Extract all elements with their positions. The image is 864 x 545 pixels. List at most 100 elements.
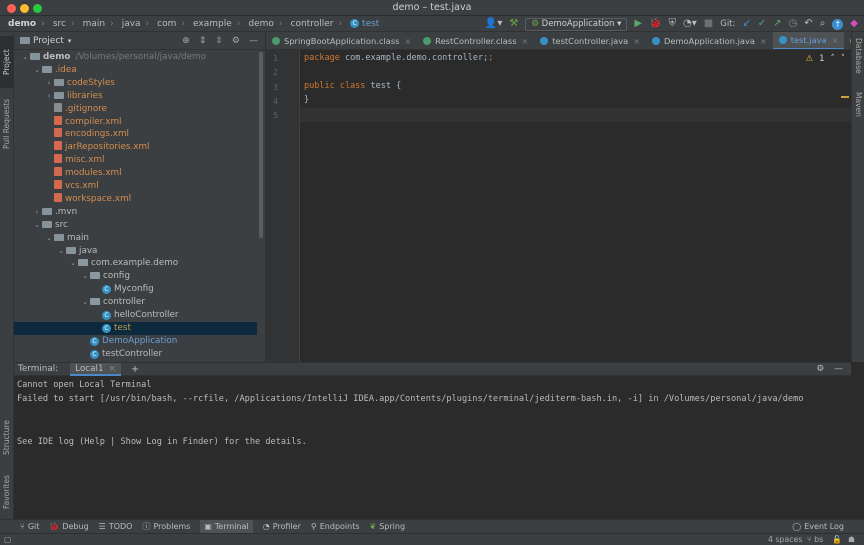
profiler-tool-button[interactable]: ◔ Profiler: [263, 522, 301, 531]
breadcrumb-controller[interactable]: controller ›: [283, 19, 343, 29]
tree-item[interactable]: jarRepositories.xml: [14, 141, 257, 154]
inspection-widget[interactable]: ⚠ 1 ˄ ˅: [805, 54, 845, 64]
tree-item[interactable]: › libraries: [14, 90, 257, 103]
terminal-tab-local1[interactable]: Local1 ×: [70, 362, 121, 376]
tree-item[interactable]: encodings.xml: [14, 128, 257, 141]
expand-chevron-icon[interactable]: ⌄: [20, 51, 30, 64]
tree-item[interactable]: C DemoApplication: [14, 335, 257, 348]
git-push-icon[interactable]: ↗: [773, 19, 781, 29]
editor-tab[interactable]: SpringBootApplication.class ×: [266, 32, 417, 49]
database-tool-tab[interactable]: Database: [852, 38, 864, 86]
rollback-icon[interactable]: ↶: [804, 19, 812, 29]
tree-item[interactable]: CtestController: [14, 348, 257, 361]
tree-item[interactable]: misc.xml: [14, 154, 257, 167]
stop-icon[interactable]: ■: [704, 19, 713, 29]
user-icon[interactable]: 👤▾: [485, 19, 502, 29]
endpoints-tool-button[interactable]: ⚲ Endpoints: [311, 522, 360, 531]
terminal-tool-button[interactable]: ▣ Terminal: [200, 520, 253, 533]
breadcrumb-src[interactable]: src ›: [45, 19, 75, 29]
breadcrumb-main[interactable]: main ›: [75, 19, 114, 29]
tree-item[interactable]: C Myconfig: [14, 283, 257, 296]
collapse-all-icon[interactable]: ⇳: [215, 36, 223, 46]
run-icon[interactable]: ▶: [634, 19, 642, 29]
expand-chevron-icon[interactable]: ⌄: [32, 219, 42, 232]
terminal-settings-gear-icon[interactable]: ⚙: [816, 364, 824, 374]
editor-tab[interactable]: RestController.class ×: [417, 32, 534, 49]
code-editor[interactable]: package com.example.demo.controller;; pu…: [300, 50, 851, 362]
tree-item[interactable]: ChelloController: [14, 309, 257, 322]
new-terminal-button[interactable]: +: [131, 364, 139, 375]
git-tool-button[interactable]: ⑂ Git: [20, 522, 39, 531]
tree-item[interactable]: ⌄ demo/Volumes/personal/java/demo: [14, 51, 257, 64]
lock-icon[interactable]: 🔓: [832, 535, 842, 544]
close-tab-icon[interactable]: ×: [832, 36, 839, 45]
notifications-icon[interactable]: ☗: [848, 535, 855, 544]
tree-item[interactable]: compiler.xml: [14, 115, 257, 129]
tree-item[interactable]: ⌄ config: [14, 270, 257, 283]
locate-icon[interactable]: ⊕: [182, 36, 190, 46]
zoom-window-button[interactable]: [33, 4, 42, 13]
close-tab-icon[interactable]: ×: [633, 37, 640, 46]
tree-item[interactable]: ⌄ main: [14, 232, 257, 245]
search-icon[interactable]: ⌕: [820, 19, 826, 29]
build-hammer-icon[interactable]: ⚒: [509, 19, 518, 29]
tree-item[interactable]: ⌄ com.example.demo: [14, 257, 257, 270]
breadcrumb-demo-pkg[interactable]: demo ›: [240, 19, 282, 29]
project-tree-scrollbar[interactable]: [259, 52, 263, 238]
event-log-button[interactable]: ◯ Event Log: [792, 522, 844, 531]
history-icon[interactable]: ◷: [789, 19, 798, 29]
collapse-chevron-icon[interactable]: ›: [44, 77, 54, 90]
indent-status[interactable]: 4 spaces: [768, 535, 802, 544]
coverage-icon[interactable]: ⛨: [669, 19, 677, 29]
project-view-select[interactable]: Project: [33, 36, 64, 46]
expand-chevron-icon[interactable]: ⌄: [44, 232, 54, 245]
project-tool-tab[interactable]: Project: [0, 36, 14, 88]
todo-tool-button[interactable]: ☰ TODO: [99, 522, 133, 531]
tree-item[interactable]: vcs.xml: [14, 180, 257, 193]
editor-tab[interactable]: DemoApplication.java ×: [646, 32, 773, 49]
tree-item[interactable]: Ctest: [14, 321, 257, 335]
close-tab-icon[interactable]: ×: [109, 364, 116, 374]
breadcrumb-java[interactable]: java ›: [114, 19, 149, 29]
favorites-tool-tab[interactable]: Favorites: [0, 468, 14, 516]
expand-chevron-icon[interactable]: ⌄: [80, 270, 90, 283]
update-icon[interactable]: ↑: [832, 18, 844, 30]
expand-chevron-icon[interactable]: ⌄: [80, 296, 90, 309]
debug-tool-button[interactable]: 🐞 Debug: [49, 522, 88, 531]
tree-item[interactable]: › .mvn: [14, 206, 257, 219]
run-configuration-select[interactable]: ⚙ DemoApplication ▾: [525, 17, 628, 31]
expand-chevron-icon[interactable]: ⌄: [32, 64, 42, 77]
close-tab-icon[interactable]: ×: [522, 37, 529, 46]
debug-icon[interactable]: 🐞: [649, 19, 661, 29]
expand-chevron-icon[interactable]: ⌄: [56, 245, 66, 258]
terminal-output[interactable]: Cannot open Local Terminal Failed to sta…: [14, 376, 864, 519]
tree-item[interactable]: ⌄ .idea: [14, 64, 257, 77]
git-commit-icon[interactable]: ✓: [758, 19, 766, 29]
breadcrumb-demo[interactable]: demo ›: [0, 19, 45, 29]
settings-gear-icon[interactable]: ⚙: [232, 36, 240, 46]
close-window-button[interactable]: [7, 4, 16, 13]
close-tab-icon[interactable]: ×: [760, 37, 767, 46]
tree-item[interactable]: ⌄ controller: [14, 296, 257, 309]
profile-icon[interactable]: ◔▾: [683, 19, 697, 29]
collapse-chevron-icon[interactable]: ›: [44, 90, 54, 103]
git-branch-status[interactable]: ⑂ bs: [807, 535, 823, 544]
previous-highlight-icon[interactable]: ˄: [831, 54, 835, 64]
tree-item[interactable]: ⌄ java: [14, 245, 257, 258]
tree-item[interactable]: modules.xml: [14, 167, 257, 180]
collapse-chevron-icon[interactable]: ›: [32, 206, 42, 219]
warning-stripe-marker[interactable]: [841, 96, 849, 98]
expand-chevron-icon[interactable]: ⌄: [68, 257, 78, 270]
tree-item[interactable]: › codeStyles: [14, 77, 257, 90]
layout-toggle-icon[interactable]: ▢: [4, 535, 11, 544]
problems-tool-button[interactable]: ⓘ Problems: [142, 521, 190, 532]
tree-item[interactable]: ⌄ src: [14, 219, 257, 232]
hide-terminal-icon[interactable]: —: [834, 364, 843, 374]
tree-item[interactable]: .gitignore: [14, 102, 257, 116]
minimize-window-button[interactable]: [20, 4, 29, 13]
editor-tab[interactable]: testController.java ×: [534, 32, 646, 49]
expand-all-icon[interactable]: ⇕: [199, 36, 207, 46]
tree-item[interactable]: workspace.xml: [14, 192, 257, 206]
editor-tab[interactable]: application.properti: [844, 32, 851, 49]
editor-tab[interactable]: test.java ×: [772, 32, 845, 49]
